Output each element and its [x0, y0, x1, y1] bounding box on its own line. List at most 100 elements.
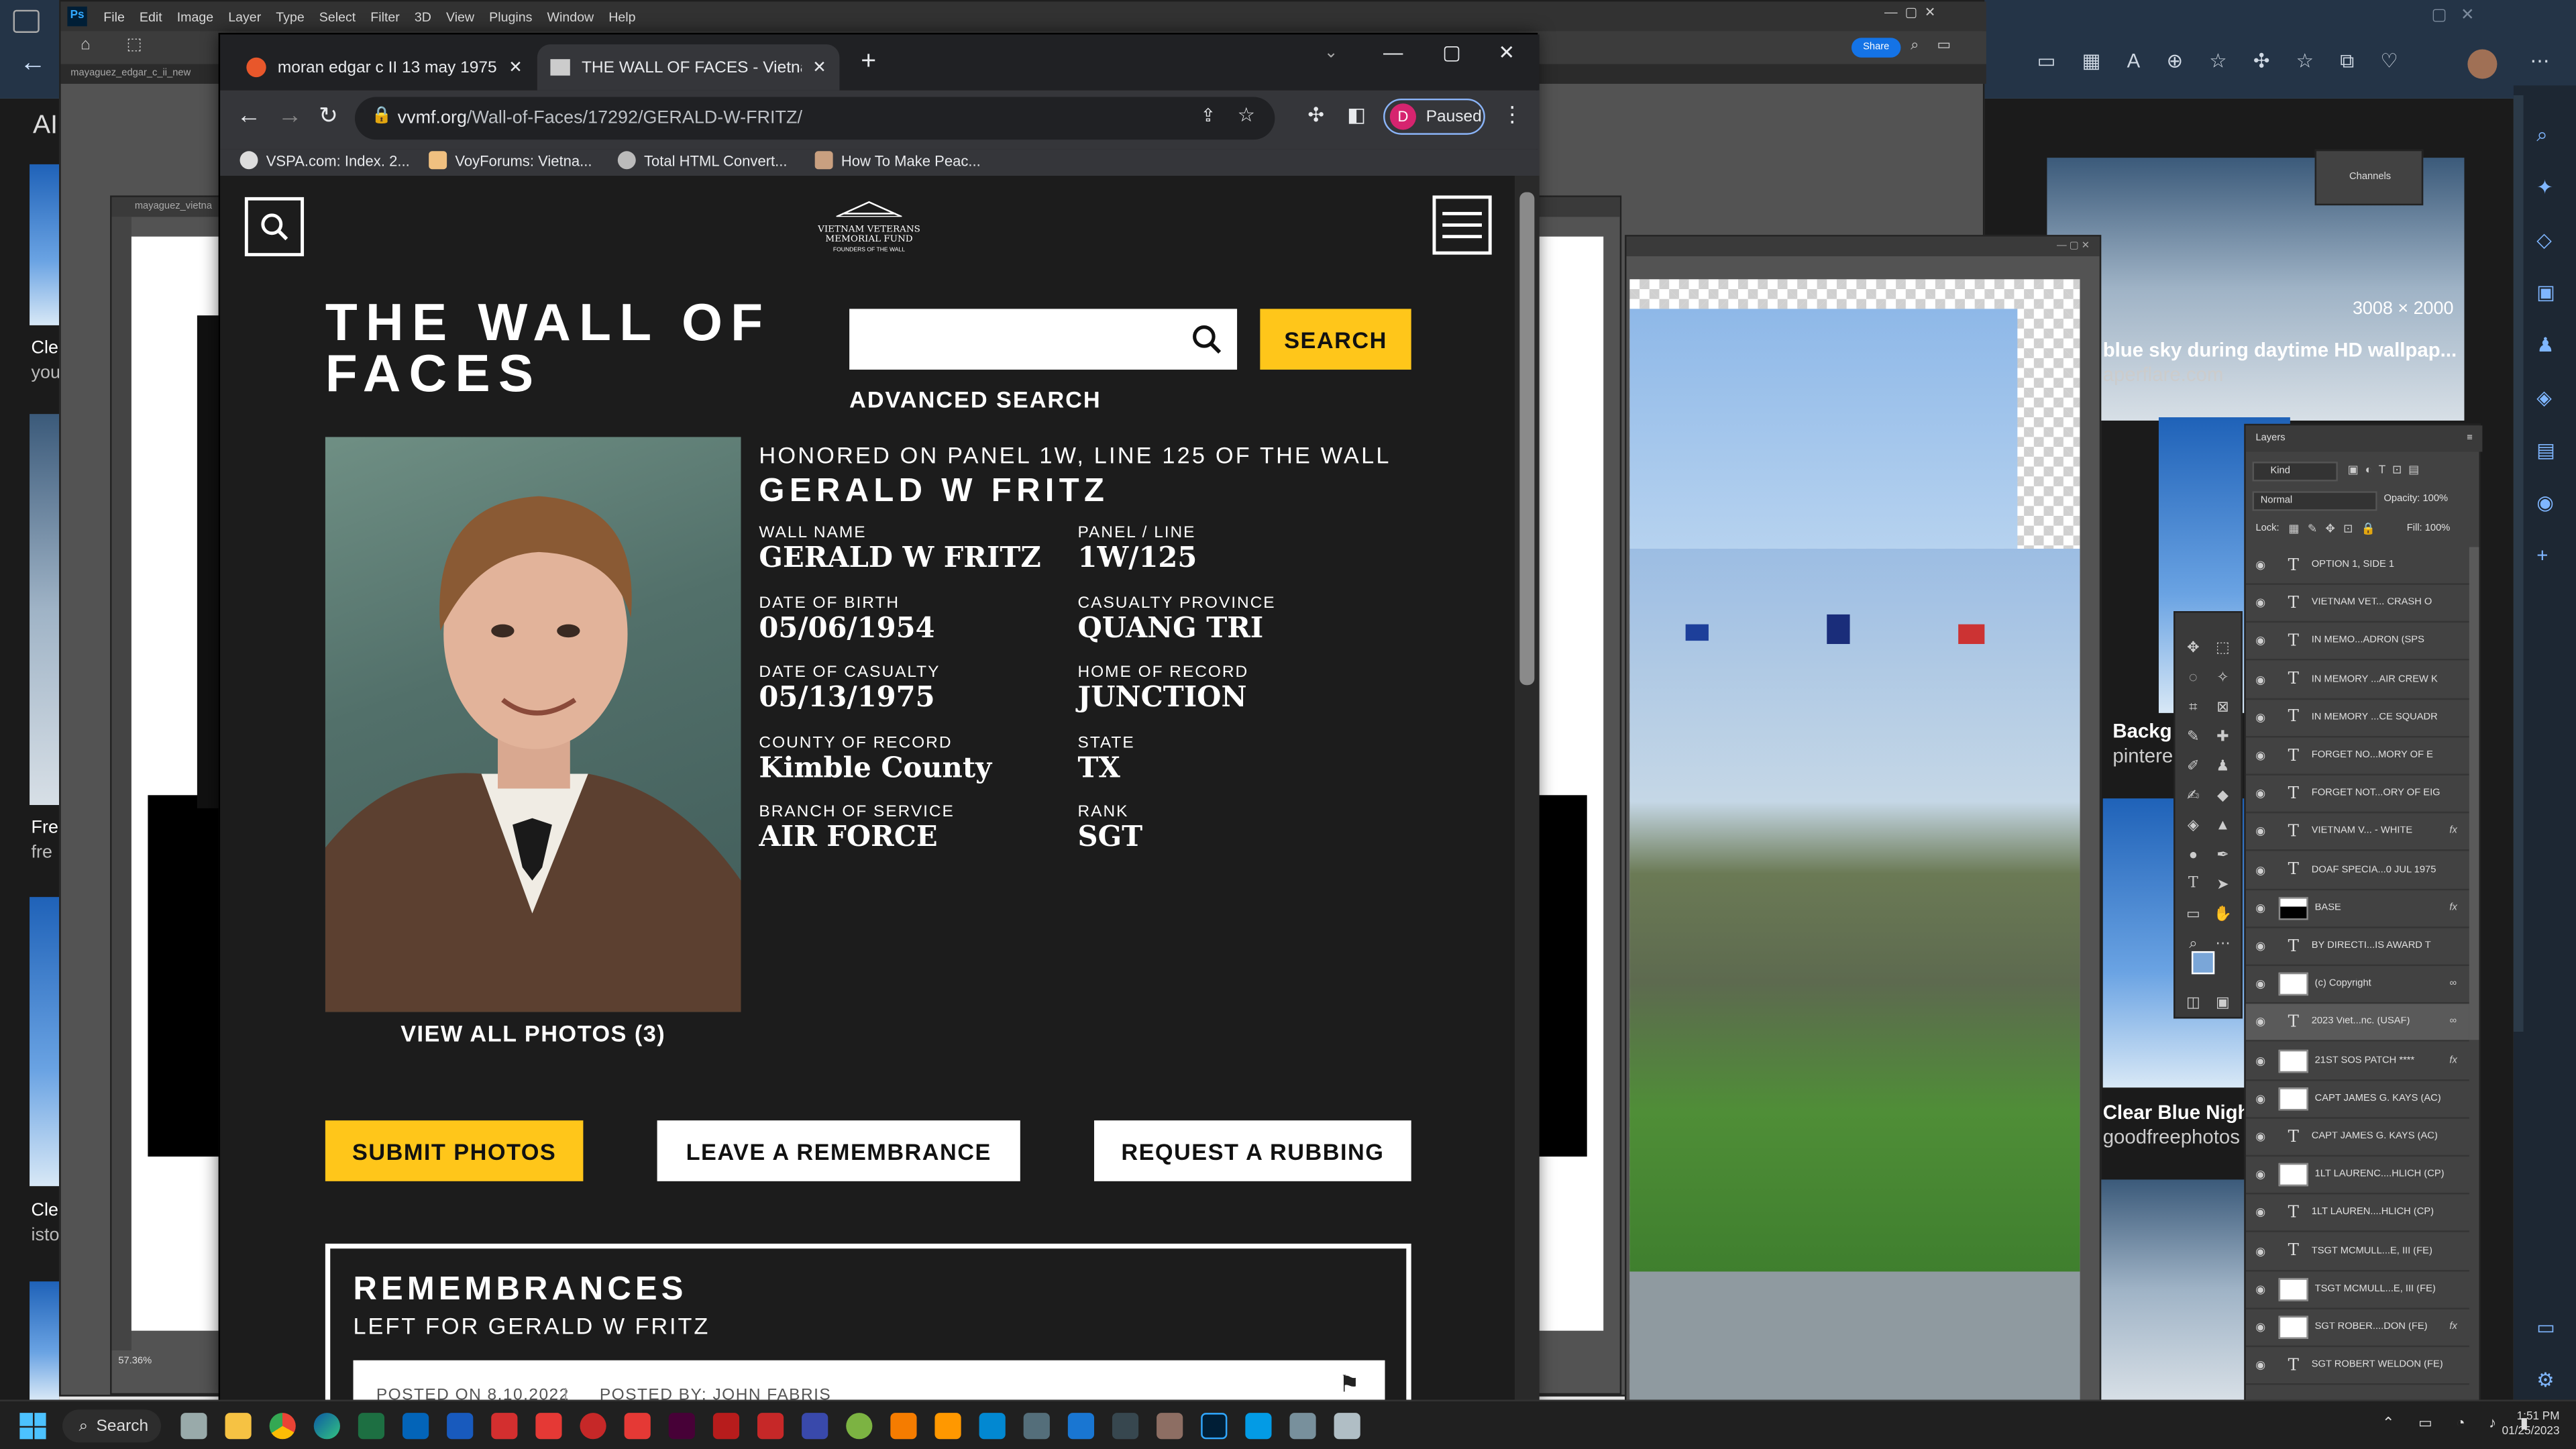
type-tool-icon[interactable]: T: [2182, 872, 2204, 895]
layer-name[interactable]: SGT ROBER....DON (FE): [2315, 1322, 2450, 1332]
app-brown-icon[interactable]: [1157, 1413, 1183, 1440]
edge-profile-avatar[interactable]: [2467, 49, 2498, 79]
bookmark-html-convert[interactable]: Total HTML Convert...: [617, 151, 788, 170]
app-list-icon[interactable]: [802, 1413, 828, 1440]
taskbar-search[interactable]: ⌕ Search: [62, 1409, 162, 1443]
share-icon[interactable]: ⇪: [1201, 105, 1216, 126]
transparent-canvas[interactable]: [1629, 279, 2080, 1403]
profile-button[interactable]: D Paused: [1383, 98, 1485, 135]
layer-name[interactable]: IN MEMO...ADRON (SPS: [2312, 637, 2450, 647]
app-green-icon[interactable]: [846, 1413, 873, 1440]
layers-scrollbar[interactable]: [2469, 547, 2479, 1040]
doc-window-controls[interactable]: — ▢ ✕: [2057, 237, 2090, 256]
layer-row[interactable]: ◉ T OPTION 1, SIDE 1: [2245, 547, 2469, 585]
magic-wand-icon[interactable]: ✧: [2211, 665, 2234, 688]
start-button[interactable]: [19, 1413, 46, 1440]
result-thumbnail[interactable]: [2096, 1179, 2251, 1400]
app-r-icon[interactable]: [757, 1413, 784, 1440]
extensions-icon[interactable]: ✣: [2253, 49, 2270, 82]
hand-tool-icon[interactable]: ✋: [2211, 902, 2234, 924]
healing-icon[interactable]: ✚: [2211, 724, 2234, 747]
shape-tool-icon[interactable]: ▭: [2182, 902, 2204, 924]
clock[interactable]: 1:51 PM 01/25/2023: [2494, 1409, 2560, 1439]
forward-icon[interactable]: →: [278, 102, 303, 130]
panel-menu-icon[interactable]: ≡: [2467, 425, 2473, 451]
layer-row[interactable]: ◉ 21ST SOS PATCH **** fx: [2245, 1042, 2469, 1081]
fill-control[interactable]: Fill: 100%: [2407, 524, 2451, 534]
security-app-icon[interactable]: [580, 1413, 606, 1440]
layer-row[interactable]: ◉ TSGT MCMULL...E, III (FE): [2245, 1271, 2469, 1309]
layer-name[interactable]: SGT ROBERT WELDON (FE): [2312, 1360, 2450, 1371]
portrait-photo[interactable]: [325, 437, 741, 1012]
bookmark-peace[interactable]: How To Make Peac...: [814, 151, 981, 170]
filezilla-icon[interactable]: [712, 1413, 740, 1440]
edge-sidebar-settings[interactable]: ▭ ⚙: [2536, 1301, 2555, 1407]
back-icon[interactable]: ←: [237, 102, 262, 130]
result-title[interactable]: Cle: [32, 338, 58, 358]
layer-row[interactable]: ◉ T DOAF SPECIA...0 JUL 1975: [2245, 852, 2469, 890]
site-search-button[interactable]: [244, 197, 305, 257]
layers-title[interactable]: Layers: [2255, 434, 2285, 444]
quick-mask-icon[interactable]: ◫: [2182, 991, 2204, 1014]
layer-effects-badge[interactable]: ∞: [2449, 979, 2469, 989]
edge-more-icon[interactable]: ⋯: [2530, 49, 2549, 72]
menu-file[interactable]: File: [103, 9, 125, 23]
outlook-icon[interactable]: [402, 1413, 429, 1440]
eraser-icon[interactable]: ◆: [2211, 784, 2234, 806]
layer-name[interactable]: TSGT MCMULL...E, III (FE): [2312, 1246, 2450, 1256]
app-gear-icon[interactable]: [624, 1413, 651, 1440]
new-tab-icon[interactable]: +: [861, 48, 876, 77]
bucket-icon[interactable]: ◈: [2182, 813, 2204, 836]
layer-name[interactable]: FORGET NOT...ORY OF EIG: [2312, 789, 2450, 799]
app-lightblue-icon[interactable]: [1245, 1413, 1272, 1440]
tab-close-icon[interactable]: ✕: [812, 58, 826, 76]
screen-mode-icon[interactable]: ▣: [2211, 991, 2234, 1014]
visibility-eye-icon[interactable]: ◉: [2246, 1130, 2275, 1143]
layer-name[interactable]: TSGT MCMULL...E, III (FE): [2315, 1285, 2450, 1295]
tab-close-icon[interactable]: ✕: [508, 58, 523, 76]
reload-icon[interactable]: ↻: [319, 102, 338, 130]
tab-search-icon[interactable]: ⌄: [1324, 44, 1338, 62]
layer-name[interactable]: IN MEMORY ...CE SQUADR: [2312, 712, 2450, 722]
visibility-eye-icon[interactable]: ◉: [2246, 596, 2275, 610]
more-tools-icon[interactable]: ⋯: [2211, 932, 2234, 955]
visibility-eye-icon[interactable]: ◉: [2246, 1244, 2275, 1258]
layer-row[interactable]: ◉ T CAPT JAMES G. KAYS (AC): [2245, 1119, 2469, 1157]
layer-row[interactable]: ◉ T BY DIRECTI...IS AWARD T: [2245, 928, 2469, 967]
result-title[interactable]: Backg: [2112, 720, 2171, 743]
submit-photos-button[interactable]: SUBMIT PHOTOS: [325, 1120, 584, 1181]
layer-name[interactable]: OPTION 1, SIDE 1: [2312, 560, 2450, 570]
visibility-eye-icon[interactable]: ◉: [2246, 1321, 2275, 1334]
menu-button[interactable]: [1432, 195, 1492, 255]
crop-tool-icon[interactable]: ⌗: [2182, 695, 2204, 718]
result-thumbnail[interactable]: [30, 1281, 60, 1400]
page-scrollbar[interactable]: [1514, 176, 1540, 1405]
vlc-icon[interactable]: [934, 1413, 961, 1440]
brush-tool-icon[interactable]: ✐: [2182, 754, 2204, 777]
layer-name[interactable]: FORGET NO...MORY OF E: [2312, 751, 2450, 761]
lock-icon[interactable]: 🔒: [371, 107, 391, 125]
result-title[interactable]: Clear Blue Nigh: [2103, 1101, 2250, 1124]
visibility-eye-icon[interactable]: ◉: [2246, 1016, 2275, 1029]
photoshop-app-icon[interactable]: [1201, 1413, 1228, 1440]
dodge-icon[interactable]: ●: [2182, 843, 2204, 865]
excel-icon[interactable]: [358, 1413, 385, 1440]
menu-edit[interactable]: Edit: [140, 9, 162, 23]
menu-layer[interactable]: Layer: [228, 9, 261, 23]
word-icon[interactable]: [447, 1413, 474, 1440]
app-gray-icon[interactable]: [1289, 1413, 1316, 1440]
layer-name[interactable]: CAPT JAMES G. KAYS (AC): [2315, 1094, 2450, 1104]
layer-name[interactable]: VIETNAM VET... CRASH O: [2312, 598, 2450, 608]
frame-tool-icon[interactable]: ⊠: [2211, 695, 2234, 718]
layer-row[interactable]: ◉ (c) Copyright ∞: [2245, 966, 2469, 1004]
visibility-eye-icon[interactable]: ◉: [2246, 902, 2275, 914]
layer-name[interactable]: (c) Copyright: [2315, 979, 2450, 989]
app-blue-icon[interactable]: [979, 1413, 1006, 1440]
leave-remembrance-button[interactable]: LEAVE A REMEMBRANCE: [657, 1120, 1020, 1181]
marquee-tool-icon[interactable]: ⬚: [127, 36, 142, 54]
layer-name[interactable]: 1LT LAUREN....HLICH (CP): [2312, 1208, 2450, 1218]
visibility-eye-icon[interactable]: ◉: [2246, 1169, 2275, 1181]
layer-name[interactable]: DOAF SPECIA...0 JUL 1975: [2312, 865, 2450, 875]
layer-name[interactable]: IN MEMORY ...AIR CREW K: [2312, 675, 2450, 685]
eyedropper-icon[interactable]: ✎: [2182, 724, 2204, 747]
